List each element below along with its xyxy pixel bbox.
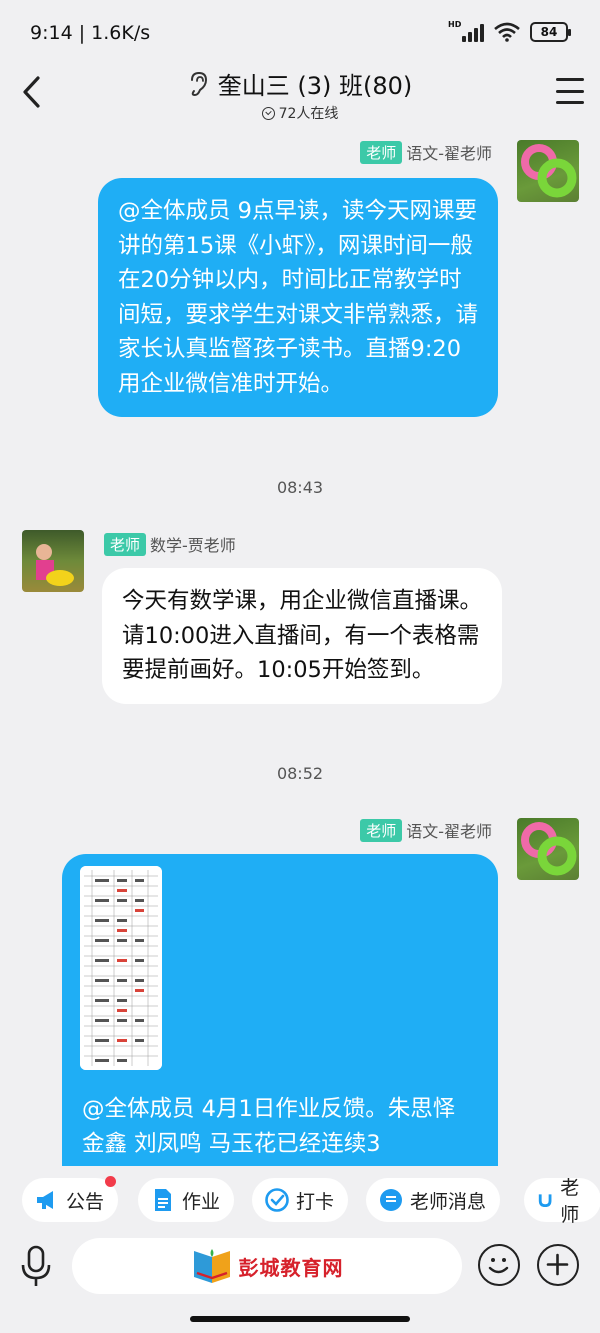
megaphone-icon bbox=[37, 1191, 53, 1209]
timestamp: 08:52 bbox=[276, 764, 324, 783]
quick-actions: 公告 作业 打卡 老师消息 老师 bbox=[0, 1176, 600, 1226]
signal-icon: HD bbox=[448, 20, 484, 42]
message-sender: 老师 语文-翟老师 bbox=[360, 140, 492, 164]
chip-teacher-messages[interactable]: 老师消息 bbox=[366, 1178, 501, 1222]
message-text: 今天有数学课，用企业微信直播课。请10:00进入直播间，有一个表格需要提前画好。… bbox=[122, 588, 483, 683]
menu-icon[interactable] bbox=[556, 78, 584, 104]
message-list[interactable]: 老师 语文-翟老师 @全体成员 9点早读，读今天网课要讲的第15课《小虾》，网课… bbox=[0, 126, 600, 1166]
check-circle-icon bbox=[265, 1188, 289, 1212]
chat-header: 奎山三 (3) 班(80) 72人在线 bbox=[0, 66, 600, 126]
notification-dot bbox=[105, 1176, 117, 1187]
spreadsheet-image[interactable] bbox=[80, 866, 162, 1070]
chip-announcement[interactable]: 公告 bbox=[22, 1176, 119, 1222]
chip-checkin[interactable]: 打卡 bbox=[252, 1178, 349, 1222]
message-sender: 老师 数学-贾老师 bbox=[104, 532, 236, 556]
wifi-icon bbox=[494, 22, 520, 42]
chat-title-area[interactable]: 奎山三 (3) 班(80) 72人在线 bbox=[0, 66, 600, 124]
chip-label: 打卡 bbox=[296, 1190, 335, 1213]
avatar[interactable] bbox=[22, 530, 84, 592]
chat-title: 奎山三 (3) 班(80) bbox=[188, 66, 413, 101]
chip-label: 作业 bbox=[182, 1190, 221, 1213]
sender-name: 数学-贾老师 bbox=[150, 536, 236, 555]
online-icon bbox=[261, 106, 275, 120]
sender-name: 语文-翟老师 bbox=[406, 822, 492, 841]
status-time: 9:14 | 1.6K/s bbox=[30, 22, 151, 44]
message-input[interactable]: 彭城教育网 bbox=[72, 1238, 462, 1294]
teacher-chat-icon bbox=[380, 1189, 402, 1211]
message-bubble[interactable]: @全体成员 4月1日作业反馈。朱思怿 金鑫 刘凤鸣 马玉花已经连续3 bbox=[62, 854, 498, 1166]
sender-name: 语文-翟老师 bbox=[406, 144, 492, 163]
teacher-badge: 老师 bbox=[104, 532, 147, 556]
chip-label: 老师 bbox=[560, 1177, 580, 1226]
book-logo bbox=[193, 1249, 230, 1283]
status-bar: 9:14 | 1.6K/s HD 84 bbox=[0, 0, 600, 66]
chip-label: 公告 bbox=[66, 1190, 105, 1213]
input-bar: 彭城教育网 bbox=[0, 1236, 600, 1298]
timestamp: 08:43 bbox=[276, 478, 324, 497]
message-text: @全体成员 9点早读，读今天网课要讲的第15课《小虾》，网课时间一般在20分钟以… bbox=[118, 198, 479, 397]
chip-label: 老师消息 bbox=[410, 1190, 487, 1213]
avatar[interactable] bbox=[517, 818, 579, 880]
online-count: 72人在线 bbox=[261, 103, 338, 123]
magnet-icon bbox=[538, 1194, 552, 1208]
chip-teacher[interactable]: 老师 bbox=[524, 1177, 600, 1226]
battery-icon: 84 bbox=[530, 22, 571, 42]
emoji-icon[interactable] bbox=[478, 1244, 520, 1286]
home-indicator[interactable] bbox=[190, 1316, 410, 1322]
chip-homework[interactable]: 作业 bbox=[138, 1178, 235, 1222]
document-icon bbox=[155, 1189, 171, 1211]
message-sender: 老师 语文-翟老师 bbox=[360, 818, 492, 842]
message-text: @全体成员 4月1日作业反馈。朱思怿 金鑫 刘凤鸣 马玉花已经连续3 bbox=[82, 1096, 456, 1157]
microphone-icon[interactable] bbox=[18, 1244, 54, 1288]
status-icons: HD 84 bbox=[448, 20, 571, 42]
teacher-badge: 老师 bbox=[360, 818, 403, 842]
message-bubble[interactable]: @全体成员 9点早读，读今天网课要讲的第15课《小虾》，网课时间一般在20分钟以… bbox=[98, 178, 498, 417]
group-name: 奎山三 (3) 班(80) bbox=[217, 72, 413, 100]
watermark-text: 彭城教育网 bbox=[238, 1255, 344, 1280]
message-bubble[interactable]: 今天有数学课，用企业微信直播课。请10:00进入直播间，有一个表格需要提前画好。… bbox=[102, 568, 502, 704]
teacher-badge: 老师 bbox=[360, 140, 403, 164]
avatar[interactable] bbox=[517, 140, 579, 202]
ear-icon bbox=[190, 71, 207, 96]
plus-icon[interactable] bbox=[537, 1244, 579, 1286]
